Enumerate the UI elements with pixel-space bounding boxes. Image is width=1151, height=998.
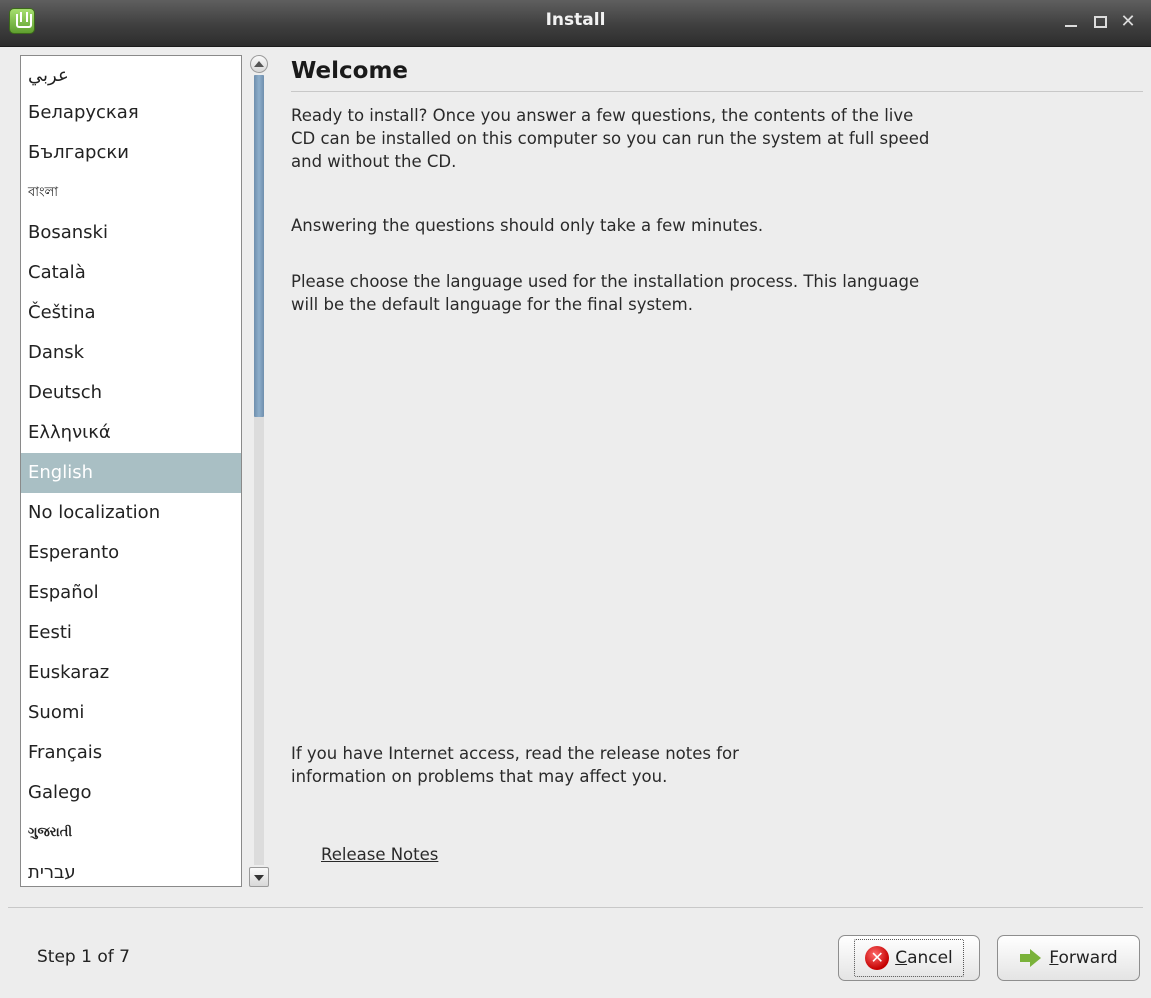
cancel-button-label: Cancel	[895, 948, 953, 968]
scroll-down-arrow-icon[interactable]	[249, 867, 269, 887]
language-item[interactable]: Català	[21, 253, 241, 293]
page-title: Welcome	[291, 58, 409, 84]
language-list[interactable]: عربي Беларуская Български বাংলা Bosanski…	[20, 55, 242, 887]
duration-paragraph: Answering the questions should only take…	[291, 216, 764, 235]
cancel-icon: ✕	[865, 946, 890, 970]
language-item[interactable]: Esperanto	[21, 533, 241, 573]
scroll-thumb[interactable]	[254, 75, 264, 417]
heading-divider	[291, 91, 1143, 92]
maximize-icon[interactable]	[1091, 13, 1109, 31]
language-item[interactable]: Deutsch	[21, 373, 241, 413]
step-indicator: Step 1 of 7	[37, 947, 130, 967]
release-info-paragraph: If you have Internet access, read the re…	[291, 744, 739, 786]
footer-divider	[8, 907, 1143, 908]
language-item[interactable]: Français	[21, 733, 241, 773]
language-item[interactable]: Ελληνικά	[21, 413, 241, 453]
forward-button[interactable]: Forward	[997, 935, 1140, 981]
language-choice-paragraph: Please choose the language used for the …	[291, 272, 920, 314]
language-item[interactable]: Dansk	[21, 333, 241, 373]
minimize-icon[interactable]	[1062, 13, 1080, 31]
close-icon[interactable]: ✕	[1119, 13, 1137, 31]
language-item[interactable]: বাংলা	[21, 173, 241, 213]
language-item[interactable]: Español	[21, 573, 241, 613]
forward-arrow-icon	[1019, 948, 1043, 968]
language-item[interactable]: ગુજરાતી	[21, 813, 241, 853]
language-list-scrollbar[interactable]	[248, 55, 270, 887]
title-bar[interactable]: Install ✕	[0, 0, 1151, 47]
scroll-up-arrow-icon[interactable]	[250, 55, 268, 73]
language-item-selected[interactable]: English	[21, 453, 241, 493]
window-title: Install	[545, 10, 606, 30]
language-item[interactable]: Български	[21, 133, 241, 173]
language-item[interactable]: עברית	[21, 853, 241, 886]
language-item[interactable]: No localization	[21, 493, 241, 533]
language-item[interactable]: Euskaraz	[21, 653, 241, 693]
intro-paragraph: Ready to install? Once you answer a few …	[291, 106, 930, 171]
language-item[interactable]: Беларуская	[21, 93, 241, 133]
forward-button-label: Forward	[1049, 948, 1118, 968]
language-item[interactable]: Suomi	[21, 693, 241, 733]
scroll-track[interactable]	[254, 75, 264, 865]
cancel-button[interactable]: ✕ Cancel	[838, 935, 980, 981]
language-item[interactable]: Bosanski	[21, 213, 241, 253]
language-item[interactable]: Eesti	[21, 613, 241, 653]
cancel-button-focus: ✕ Cancel	[854, 939, 964, 977]
language-item[interactable]: Galego	[21, 773, 241, 813]
language-item[interactable]: Čeština	[21, 293, 241, 333]
language-item[interactable]: عربي	[21, 56, 241, 93]
installer-window: Install ✕ عربي Беларуская Български বাংল…	[0, 0, 1151, 998]
release-notes-link[interactable]: Release Notes	[321, 845, 438, 864]
